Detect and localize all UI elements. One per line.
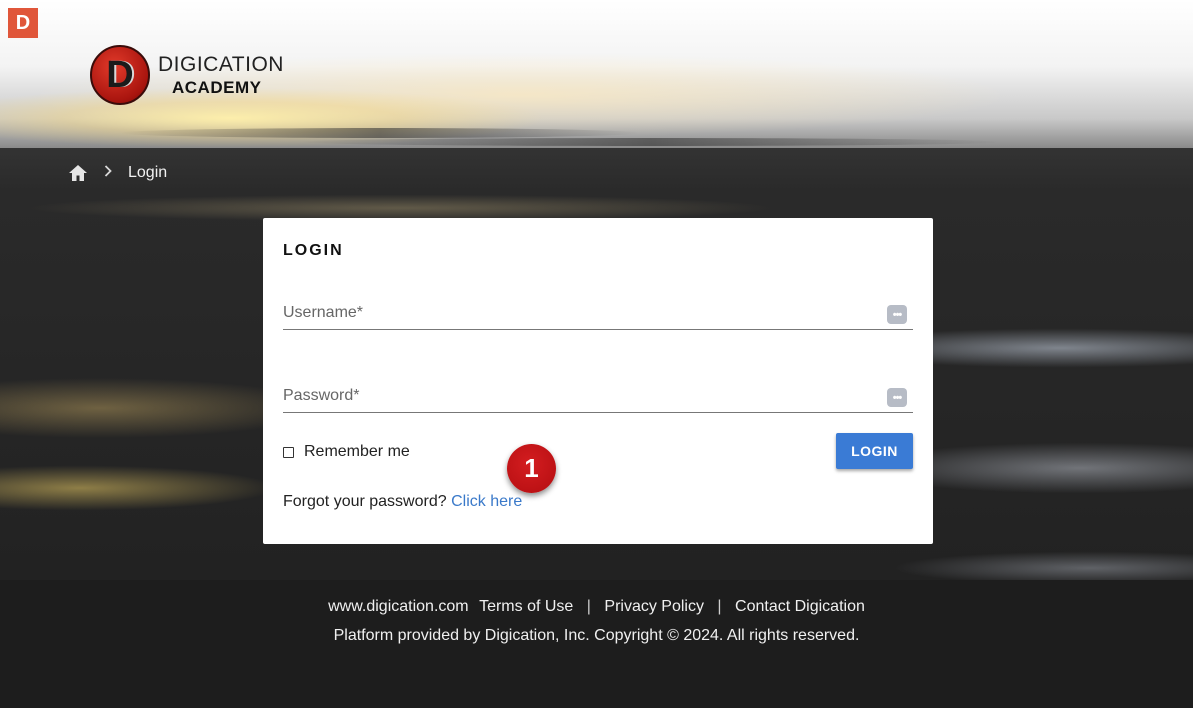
footer-link-website[interactable]: www.digication.com [328,598,469,615]
step-number-badge: 1 [507,444,556,493]
password-manager-dots-icon[interactable]: ••• [887,305,907,324]
password-manager-dots-icon[interactable]: ••• [887,388,907,407]
login-button[interactable]: LOGIN [836,433,913,469]
footer-link-contact[interactable]: Contact Digication [735,598,865,615]
breadcrumb-current: Login [128,164,168,181]
forgot-password-text: Forgot your password? [283,493,447,510]
password-field: ••• [283,373,913,413]
remember-me-label: Remember me [304,443,410,460]
login-title: LOGIN [283,242,344,259]
brand-mark-icon: D [90,45,150,105]
brand-subtitle: ACADEMY [172,78,262,97]
username-field: ••• [283,290,913,330]
breadcrumb: Login [68,163,167,183]
password-input[interactable] [283,384,873,408]
footer-separator: | [717,598,722,615]
login-card: LOGIN ••• ••• Remember me LOGIN Forgot y… [263,218,933,544]
username-input[interactable] [283,301,873,325]
footer-links: www.digication.com Terms of Use | Privac… [0,598,1193,616]
brand-mark-letter: D [106,53,134,96]
brand-logo[interactable]: D DIGICATION ACADEMY [90,45,284,105]
footer-copyright: Platform provided by Digication, Inc. Co… [333,627,860,644]
home-icon[interactable] [68,164,88,182]
forgot-password: Forgot your password? Click here [283,493,522,511]
app-logo-letter: D [15,11,31,34]
remember-me[interactable]: Remember me [283,443,410,461]
app-logo-icon[interactable]: D [8,8,38,38]
brand-name: DIGICATION [158,53,284,76]
forgot-password-link[interactable]: Click here [451,493,522,510]
footer-link-terms[interactable]: Terms of Use [479,598,573,615]
footer-separator: | [586,598,591,615]
footer: www.digication.com Terms of Use | Privac… [0,580,1193,708]
footer-link-privacy[interactable]: Privacy Policy [604,598,704,615]
remember-me-checkbox[interactable] [283,446,294,458]
brand-text: DIGICATION ACADEMY [158,54,284,96]
chevron-right-icon [104,164,112,182]
